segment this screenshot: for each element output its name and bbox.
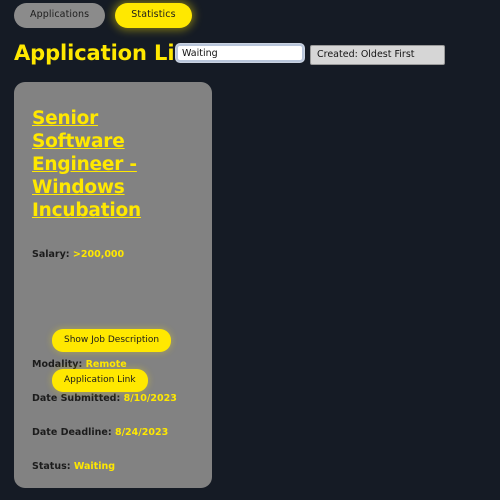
field-salary: Salary: >200,000: [32, 249, 194, 261]
application-link-button[interactable]: Application Link: [52, 369, 148, 392]
page-title: Application List: [14, 41, 197, 65]
sort-order-select[interactable]: Created: Oldest First: [310, 45, 445, 65]
field-date-submitted: Date Submitted: 8/10/2023: [32, 393, 194, 405]
field-date-deadline: Date Deadline: 8/24/2023: [32, 427, 194, 439]
date-submitted-value: 8/10/2023: [123, 393, 177, 404]
field-status: Status: Waiting: [32, 461, 194, 473]
date-deadline-value: 8/24/2023: [114, 427, 169, 438]
job-title-link[interactable]: Senior Software Engineer - Windows Incub…: [32, 107, 194, 222]
date-deadline-label: Date Deadline:: [32, 427, 112, 438]
status-value: Waiting: [73, 461, 116, 472]
status-filter-input[interactable]: [175, 43, 305, 63]
status-label: Status:: [32, 461, 71, 472]
salary-value: >200,000: [72, 249, 125, 260]
date-submitted-label: Date Submitted:: [32, 393, 121, 404]
application-card: Senior Software Engineer - Windows Incub…: [14, 82, 212, 488]
salary-label: Salary:: [32, 249, 70, 260]
tab-applications[interactable]: Applications: [14, 3, 106, 28]
show-job-description-button[interactable]: Show Job Description: [52, 329, 172, 352]
tab-bar: Applications Statistics: [14, 3, 192, 28]
tab-statistics[interactable]: Statistics: [115, 3, 192, 28]
